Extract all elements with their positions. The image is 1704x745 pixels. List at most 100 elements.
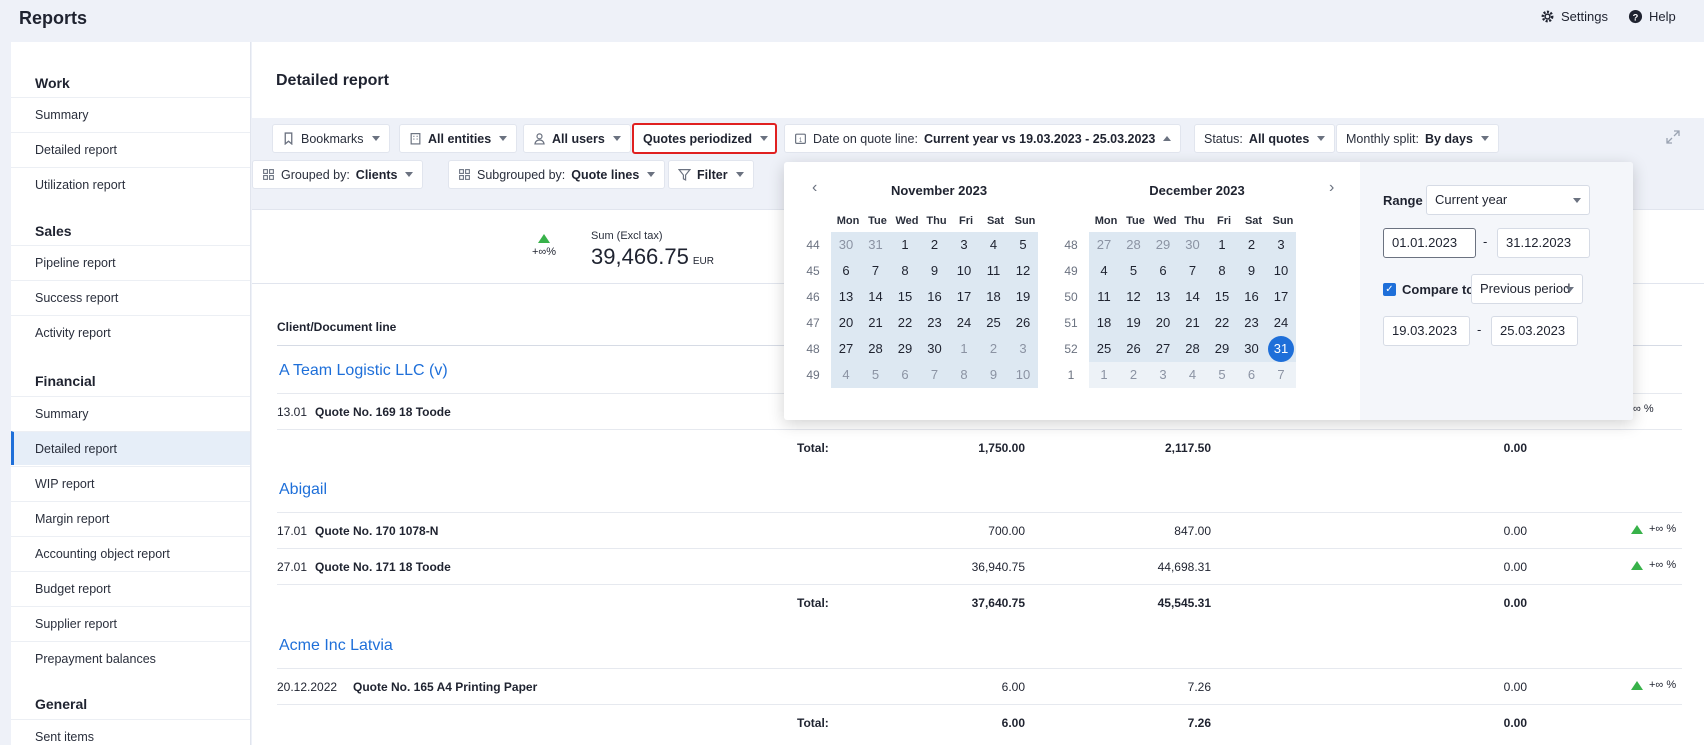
sidebar-item-accounting-object-report[interactable]: Accounting object report	[11, 536, 250, 570]
sidebar-item-prepayment-balances[interactable]: Prepayment balances	[11, 641, 250, 675]
calendar-day[interactable]: 28	[1118, 232, 1149, 258]
monthly-split-dropdown[interactable]: Monthly split: By days	[1336, 124, 1499, 153]
calendar-day[interactable]: 30	[1177, 232, 1208, 258]
calendar-day[interactable]: 2	[1236, 232, 1267, 258]
calendar-day[interactable]: 2	[919, 232, 950, 258]
range-select[interactable]: Current year	[1426, 185, 1590, 215]
calendar-day[interactable]: 21	[1177, 310, 1208, 336]
bookmarks-dropdown[interactable]: Bookmarks	[272, 124, 390, 153]
settings-button[interactable]: Settings	[1540, 9, 1608, 24]
calendar-day[interactable]: 3	[949, 232, 979, 258]
sidebar-item-pipeline-report[interactable]: Pipeline report	[11, 245, 250, 279]
sidebar-item-wip-report[interactable]: WIP report	[11, 466, 250, 500]
calendar-day[interactable]: 5	[1008, 232, 1038, 258]
calendar-day[interactable]: 16	[919, 284, 950, 310]
sidebar-item-activity-report[interactable]: Activity report	[11, 315, 250, 349]
calendar-day[interactable]: 24	[949, 310, 979, 336]
calendar-day[interactable]: 14	[1177, 284, 1208, 310]
calendar-day[interactable]: 22	[1207, 310, 1237, 336]
calendar-day[interactable]: 26	[1118, 336, 1149, 362]
calendar-day[interactable]: 8	[1207, 258, 1237, 284]
calendar-day[interactable]: 7	[1266, 362, 1296, 388]
calendar-day[interactable]: 9	[1236, 258, 1267, 284]
calendar-day[interactable]: 6	[890, 362, 920, 388]
status-dropdown[interactable]: Status: All quotes	[1194, 124, 1336, 153]
calendar-day[interactable]: 3	[1266, 232, 1296, 258]
calendar-day[interactable]: 20	[831, 310, 861, 336]
subgrouped-by-dropdown[interactable]: Subgrouped by: Quote lines	[448, 160, 666, 189]
calendar-day[interactable]: 5	[1118, 258, 1149, 284]
calendar-day[interactable]: 9	[919, 258, 950, 284]
calendar-day[interactable]: 20	[1148, 310, 1178, 336]
calendar-day[interactable]: 18	[1089, 310, 1119, 336]
calendar-day[interactable]: 25	[978, 310, 1009, 336]
calendar-day[interactable]: 3	[1008, 336, 1038, 362]
calendar-day[interactable]: 28	[860, 336, 891, 362]
calendar-day[interactable]: 11	[978, 258, 1009, 284]
sidebar-item-budget-report[interactable]: Budget report	[11, 571, 250, 605]
calendar-day[interactable]: 30	[1236, 336, 1267, 362]
calendar-day[interactable]: 17	[949, 284, 979, 310]
sidebar-item-sent-items[interactable]: Sent items	[11, 719, 250, 745]
sidebar-item-success-report[interactable]: Success report	[11, 280, 250, 314]
client-link-a-team-logistic[interactable]: A Team Logistic LLC (v)	[279, 362, 448, 380]
calendar-day[interactable]: 25	[1089, 336, 1119, 362]
calendar-day[interactable]: 27	[831, 336, 861, 362]
end-date-input[interactable]: 31.12.2023	[1497, 228, 1590, 258]
sidebar-item-work-detailed-report[interactable]: Detailed report	[11, 132, 250, 166]
start-date-input[interactable]: 01.01.2023	[1383, 228, 1476, 258]
calendar-day[interactable]: 1	[949, 336, 979, 362]
sidebar-item-work-summary[interactable]: Summary	[11, 97, 250, 131]
calendar-day[interactable]: 28	[1177, 336, 1208, 362]
calendar-day[interactable]: 16	[1236, 284, 1267, 310]
next-month-icon[interactable]: ›	[1329, 179, 1334, 197]
calendar-day[interactable]: 9	[978, 362, 1009, 388]
calendar-day[interactable]: 11	[1089, 284, 1119, 310]
expand-icon[interactable]	[1666, 130, 1680, 144]
calendar-day[interactable]: 7	[919, 362, 950, 388]
calendar-day[interactable]: 12	[1118, 284, 1149, 310]
calendar-day[interactable]: 4	[1089, 258, 1119, 284]
calendar-day[interactable]: 6	[1148, 258, 1178, 284]
calendar-day[interactable]: 10	[949, 258, 979, 284]
sidebar-item-financial-detailed-report[interactable]: Detailed report	[11, 431, 250, 465]
table-row[interactable]: 17.01 Quote No. 170 1078-N 700.00 847.00…	[277, 512, 1682, 548]
calendar-day[interactable]: 14	[860, 284, 891, 310]
calendar-day[interactable]: 31	[860, 232, 891, 258]
calendar-day[interactable]: 4	[1177, 362, 1208, 388]
calendar-day[interactable]: 19	[1118, 310, 1149, 336]
calendar-day[interactable]: 22	[890, 310, 920, 336]
compare-start-input[interactable]: 19.03.2023	[1383, 316, 1470, 346]
calendar-day[interactable]: 29	[1148, 232, 1178, 258]
calendar-day[interactable]: 13	[1148, 284, 1178, 310]
calendar-day[interactable]: 6	[831, 258, 861, 284]
table-row[interactable]: 27.01 Quote No. 171 18 Toode 36,940.75 4…	[277, 548, 1682, 584]
calendar-day[interactable]: 4	[978, 232, 1009, 258]
calendar-day[interactable]: 29	[1207, 336, 1237, 362]
calendar-day[interactable]: 17	[1266, 284, 1296, 310]
sidebar-item-financial-summary[interactable]: Summary	[11, 396, 250, 430]
calendar-day[interactable]: 5	[1207, 362, 1237, 388]
calendar-day[interactable]: 4	[831, 362, 861, 388]
entities-dropdown[interactable]: All entities	[399, 124, 518, 153]
client-link-abigail[interactable]: Abigail	[279, 481, 327, 499]
calendar-day[interactable]: 18	[978, 284, 1009, 310]
calendar-day[interactable]: 21	[860, 310, 891, 336]
calendar-day[interactable]: 23	[1236, 310, 1267, 336]
sidebar-item-supplier-report[interactable]: Supplier report	[11, 606, 250, 640]
users-dropdown[interactable]: All users	[523, 124, 631, 153]
quotes-periodized-dropdown[interactable]: Quotes periodized	[632, 123, 777, 154]
compare-checkbox[interactable]: ✓	[1383, 283, 1396, 296]
filter-button[interactable]: Filter	[668, 160, 754, 189]
calendar-day[interactable]: 29	[890, 336, 920, 362]
calendar-day[interactable]: 7	[860, 258, 891, 284]
grouped-by-dropdown[interactable]: Grouped by: Clients	[252, 160, 424, 189]
calendar-day[interactable]: 2	[978, 336, 1009, 362]
calendar-day[interactable]: 10	[1266, 258, 1296, 284]
calendar-day[interactable]: 24	[1266, 310, 1296, 336]
compare-end-input[interactable]: 25.03.2023	[1491, 316, 1578, 346]
calendar-day[interactable]: 7	[1177, 258, 1208, 284]
calendar-day[interactable]: 2	[1118, 362, 1149, 388]
help-button[interactable]: ? Help	[1628, 9, 1676, 24]
calendar-day[interactable]: 15	[890, 284, 920, 310]
